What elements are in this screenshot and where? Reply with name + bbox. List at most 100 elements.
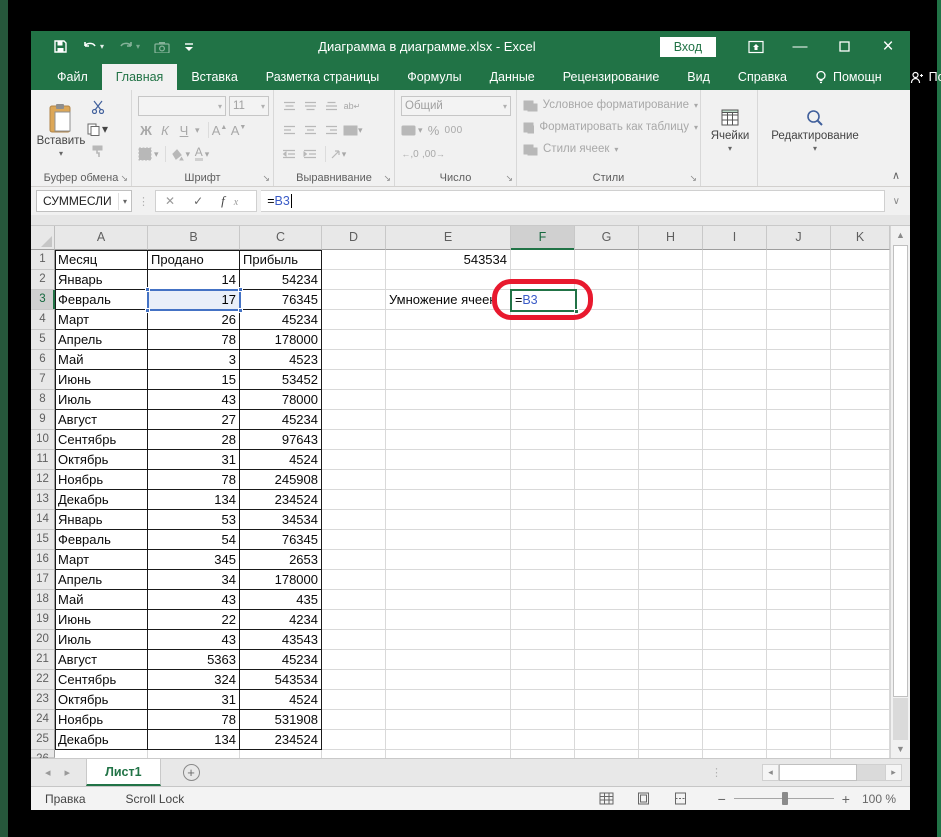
cell-I24[interactable] bbox=[703, 710, 767, 730]
tab-рецензирование[interactable]: Рецензирование bbox=[549, 64, 674, 90]
percent-style-button[interactable]: % bbox=[426, 123, 442, 138]
cell-F20[interactable] bbox=[511, 630, 575, 650]
cell-K24[interactable] bbox=[831, 710, 890, 730]
cell-D25[interactable] bbox=[322, 730, 386, 750]
cell-C2[interactable]: 54234 bbox=[240, 270, 322, 290]
cell-K17[interactable] bbox=[831, 570, 890, 590]
cell-D11[interactable] bbox=[322, 450, 386, 470]
cell-E5[interactable] bbox=[386, 330, 511, 350]
cell-H15[interactable] bbox=[639, 530, 703, 550]
collapse-ribbon-button[interactable]: ∧ bbox=[892, 169, 900, 182]
cell-A23[interactable]: Октябрь bbox=[55, 690, 148, 710]
cell-G26[interactable] bbox=[575, 750, 639, 758]
cell-B4[interactable]: 26 bbox=[148, 310, 240, 330]
editing-button[interactable]: Редактирование ▾ bbox=[762, 94, 868, 166]
cell-K10[interactable] bbox=[831, 430, 890, 450]
cell-A16[interactable]: Март bbox=[55, 550, 148, 570]
cell-F9[interactable] bbox=[511, 410, 575, 430]
cell-B25[interactable]: 134 bbox=[148, 730, 240, 750]
cell-H3[interactable] bbox=[639, 290, 703, 310]
cell-A10[interactable]: Сентябрь bbox=[55, 430, 148, 450]
cell-D9[interactable] bbox=[322, 410, 386, 430]
cell-H11[interactable] bbox=[639, 450, 703, 470]
cell-G9[interactable] bbox=[575, 410, 639, 430]
cell-G25[interactable] bbox=[575, 730, 639, 750]
cell-B10[interactable]: 28 bbox=[148, 430, 240, 450]
number-dialog-launcher[interactable]: ↘ bbox=[505, 173, 513, 184]
column-header-K[interactable]: K bbox=[831, 226, 890, 250]
tab-помощн[interactable]: Помощн bbox=[801, 64, 896, 90]
cell-K8[interactable] bbox=[831, 390, 890, 410]
cell-K11[interactable] bbox=[831, 450, 890, 470]
cell-G11[interactable] bbox=[575, 450, 639, 470]
cell-K23[interactable] bbox=[831, 690, 890, 710]
tab-файл[interactable]: Файл bbox=[43, 64, 102, 90]
cell-D24[interactable] bbox=[322, 710, 386, 730]
cell-B8[interactable]: 43 bbox=[148, 390, 240, 410]
cell-I15[interactable] bbox=[703, 530, 767, 550]
cell-J8[interactable] bbox=[767, 390, 831, 410]
new-sheet-button[interactable]: + bbox=[183, 764, 200, 781]
cell-I1[interactable] bbox=[703, 250, 767, 270]
cell-G10[interactable] bbox=[575, 430, 639, 450]
row-header-25[interactable]: 25 bbox=[31, 730, 55, 750]
increase-font-button[interactable]: А▲ bbox=[212, 123, 228, 138]
cell-J13[interactable] bbox=[767, 490, 831, 510]
cell-J11[interactable] bbox=[767, 450, 831, 470]
cell-A26[interactable] bbox=[55, 750, 148, 758]
row-header-20[interactable]: 20 bbox=[31, 630, 55, 650]
cell-I3[interactable] bbox=[703, 290, 767, 310]
cell-G12[interactable] bbox=[575, 470, 639, 490]
cell-E4[interactable] bbox=[386, 310, 511, 330]
cell-F13[interactable] bbox=[511, 490, 575, 510]
cell-B2[interactable]: 14 bbox=[148, 270, 240, 290]
cell-G23[interactable] bbox=[575, 690, 639, 710]
cell-B15[interactable]: 54 bbox=[148, 530, 240, 550]
cell-D3[interactable] bbox=[322, 290, 386, 310]
cell-E20[interactable] bbox=[386, 630, 511, 650]
cell-F2[interactable] bbox=[511, 270, 575, 290]
zoom-slider-thumb[interactable] bbox=[782, 792, 788, 805]
cell-I11[interactable] bbox=[703, 450, 767, 470]
font-color-button[interactable]: А▾ bbox=[193, 144, 211, 164]
cell-H12[interactable] bbox=[639, 470, 703, 490]
cell-D20[interactable] bbox=[322, 630, 386, 650]
cell-G15[interactable] bbox=[575, 530, 639, 550]
cell-A15[interactable]: Февраль bbox=[55, 530, 148, 550]
cell-H7[interactable] bbox=[639, 370, 703, 390]
cell-F21[interactable] bbox=[511, 650, 575, 670]
cell-E10[interactable] bbox=[386, 430, 511, 450]
cell-H10[interactable] bbox=[639, 430, 703, 450]
insert-function-button[interactable]: fx bbox=[212, 193, 256, 209]
cell-G22[interactable] bbox=[575, 670, 639, 690]
tab-вид[interactable]: Вид bbox=[673, 64, 724, 90]
cell-B13[interactable]: 134 bbox=[148, 490, 240, 510]
cell-E19[interactable] bbox=[386, 610, 511, 630]
cell-F6[interactable] bbox=[511, 350, 575, 370]
merge-center-button[interactable]: ▾ bbox=[343, 120, 363, 140]
cell-E1[interactable]: 543534 bbox=[386, 250, 511, 270]
cell-J14[interactable] bbox=[767, 510, 831, 530]
cell-H23[interactable] bbox=[639, 690, 703, 710]
cell-J5[interactable] bbox=[767, 330, 831, 350]
cell-C24[interactable]: 531908 bbox=[240, 710, 322, 730]
cell-C4[interactable]: 45234 bbox=[240, 310, 322, 330]
save-button[interactable] bbox=[53, 39, 68, 54]
cell-H5[interactable] bbox=[639, 330, 703, 350]
cell-J17[interactable] bbox=[767, 570, 831, 590]
row-header-18[interactable]: 18 bbox=[31, 590, 55, 610]
zoom-out-button[interactable]: − bbox=[718, 791, 726, 807]
selection-handle[interactable] bbox=[238, 308, 243, 313]
cell-A22[interactable]: Сентябрь bbox=[55, 670, 148, 690]
underline-dropdown-arrow[interactable]: ▾ bbox=[195, 125, 200, 136]
cell-A5[interactable]: Апрель bbox=[55, 330, 148, 350]
accounting-format-button[interactable]: ▾ bbox=[401, 120, 423, 140]
column-header-C[interactable]: C bbox=[240, 226, 322, 250]
row-header-3[interactable]: 3 bbox=[31, 290, 55, 310]
cell-K18[interactable] bbox=[831, 590, 890, 610]
row-header-6[interactable]: 6 bbox=[31, 350, 55, 370]
cell-D2[interactable] bbox=[322, 270, 386, 290]
increase-indent-button[interactable] bbox=[301, 144, 319, 164]
cell-K16[interactable] bbox=[831, 550, 890, 570]
row-header-7[interactable]: 7 bbox=[31, 370, 55, 390]
